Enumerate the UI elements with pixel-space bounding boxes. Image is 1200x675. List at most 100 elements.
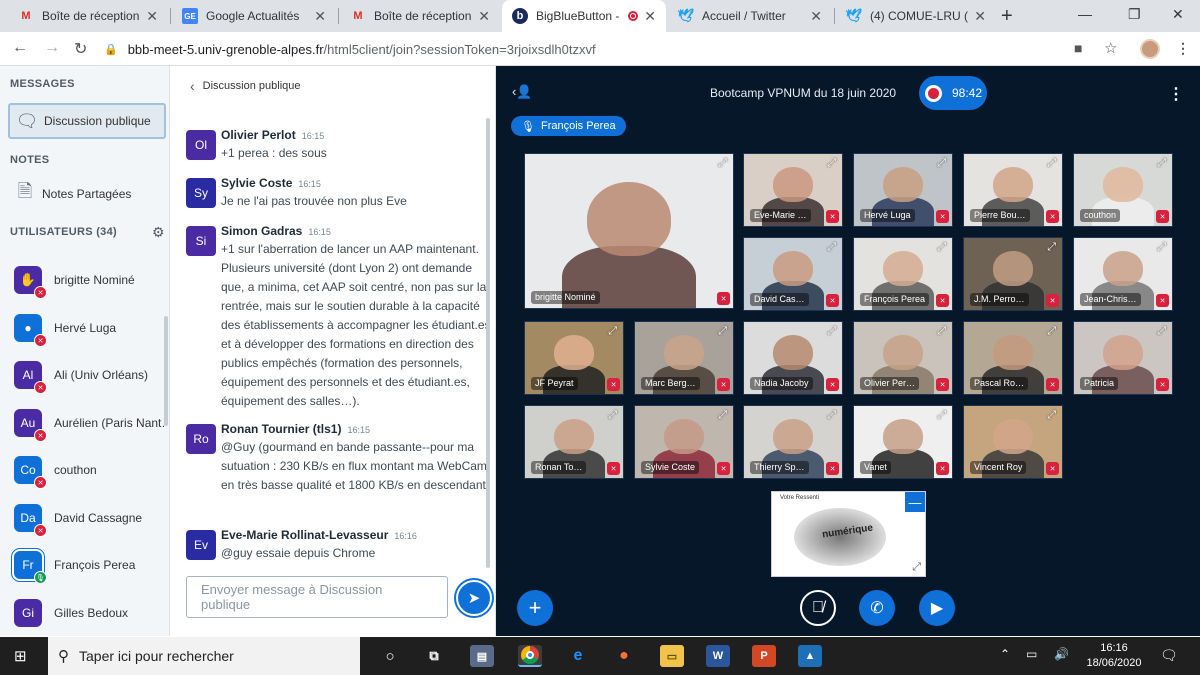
fullscreen-icon[interactable]: ⤢ [937,409,946,422]
network-icon[interactable]: ▭ [1026,647,1037,661]
fullscreen-icon[interactable]: ⤢ [827,325,836,338]
notifications-icon[interactable]: 🗨 [1160,647,1178,664]
video-tile-name[interactable]: J.M. Perro… [970,293,1029,306]
video-tile-name[interactable]: Vanet [860,461,891,474]
chevron-left-icon[interactable]: ‹ [190,78,195,94]
tab-twitter-comue[interactable]: 🕊 (4) COMUE-LRU (@C ✕ [836,0,996,32]
video-tile-name[interactable]: Jean-Chris… [1080,293,1141,306]
shared-notes-item[interactable]: 🗎 Notes Partagées [8,176,166,212]
video-tile-name[interactable]: Patricia [1080,377,1119,390]
video-tile[interactable]: ⤢ Olivier Per… ✕ [853,321,953,395]
word-icon[interactable]: W [706,645,730,667]
chat-message-input[interactable]: Envoyer message à Discussion publique [186,576,448,618]
video-tile[interactable]: ⤢ Sylvie Coste ✕ [634,405,734,479]
restore-icon[interactable]: ❐ [1128,6,1141,23]
close-icon[interactable]: ✕ [644,8,656,25]
video-tile[interactable]: ⤢ Hervé Luga ✕ [853,153,953,227]
fullscreen-icon[interactable]: ⤢ [1157,157,1166,170]
user-list-scrollbar[interactable] [164,316,168,426]
fullscreen-icon[interactable]: ⤢ [827,409,836,422]
talking-indicator[interactable]: 🎙 François Perea [511,116,626,136]
cortana-icon[interactable]: ○ [378,645,402,667]
camera-blocked-icon[interactable]: ■ [1074,40,1082,56]
video-tile-name[interactable]: Sylvie Coste [641,461,700,474]
close-icon[interactable]: ✕ [974,8,986,25]
video-tile[interactable]: ⤢ Pierre Bou… ✕ [963,153,1063,227]
tab-gmail-inbox-2[interactable]: M Boîte de réception (9 ✕ [340,0,500,32]
close-icon[interactable]: ✕ [810,8,822,25]
user-list-item[interactable]: Co ✕ couthon [14,450,164,490]
fullscreen-icon[interactable]: ⤢ [1047,325,1056,338]
video-tile-name[interactable]: Marc Berg… [641,377,700,390]
user-list-item[interactable]: Al ✕ Ali (Univ Orléans) [14,355,164,395]
recording-indicator[interactable]: 98:42 [919,76,987,110]
actions-plus-button[interactable]: + [517,590,553,626]
user-list-item[interactable]: Da ✕ David Cassagne [14,498,164,538]
chrome-icon[interactable] [518,645,542,667]
fullscreen-icon[interactable]: ⤢ [1157,241,1166,254]
fullscreen-icon[interactable]: ⤢ [1157,325,1166,338]
fullscreen-icon[interactable]: ⤢ [937,325,946,338]
video-tile[interactable]: ⤢ Marc Berg… ✕ [634,321,734,395]
video-tile-name[interactable]: Vincent Roy [970,461,1027,474]
fullscreen-icon[interactable]: ⤢ [718,409,727,422]
minimize-presentation-button[interactable]: — [905,492,925,512]
video-tile-name[interactable]: couthon [1080,209,1121,222]
video-tile[interactable]: ⤢ Thierry Sp… ✕ [743,405,843,479]
forward-arrow-icon[interactable]: → [44,39,60,57]
leave-audio-button[interactable]: ✆ [859,590,895,626]
video-tile[interactable]: ⤢ François Perea ✕ [853,237,953,311]
fullscreen-icon[interactable]: ⤢ [827,241,836,254]
tab-bigbluebutton[interactable]: b BigBlueButton - ✕ [502,0,666,32]
close-icon[interactable]: ✕ [146,8,158,25]
fullscreen-icon[interactable]: ⤢ [608,409,617,422]
fullscreen-icon[interactable]: ⤢ [912,561,921,574]
fullscreen-icon[interactable]: ⤢ [608,325,617,338]
fullscreen-icon[interactable]: ⤢ [1047,409,1056,422]
user-list-item[interactable]: ✋ ✕ brigitte Nominé [14,260,164,300]
photos-icon[interactable]: ▲ [798,645,822,667]
tray-chevron-icon[interactable]: ⌃ [1000,647,1010,661]
video-tile[interactable]: ⤢ Jean-Chris… ✕ [1073,237,1173,311]
video-tile-name[interactable]: brigitte Nominé [531,291,600,304]
fullscreen-icon[interactable]: ⤢ [1047,241,1056,254]
fullscreen-icon[interactable]: ⤢ [937,157,946,170]
task-view-icon[interactable]: ⧉ [422,645,446,667]
video-tile-name[interactable]: Pierre Bou… [970,209,1030,222]
user-list-item[interactable]: Au ✕ Aurélien (Paris Nant… [14,403,164,443]
chat-header[interactable]: ‹ Discussion publique [190,78,301,94]
firefox-icon[interactable]: ● [612,645,636,667]
video-tile[interactable]: ⤢ couthon ✕ [1073,153,1173,227]
fullscreen-icon[interactable]: ⤢ [937,241,946,254]
chat-scrollbar[interactable] [486,118,490,568]
video-tile-name[interactable]: Hervé Luga [860,209,915,222]
tab-google-news[interactable]: GE Google Actualités ✕ [172,0,336,32]
video-tile-name[interactable]: Pascal Ro… [970,377,1029,390]
fullscreen-icon[interactable]: ⤢ [1047,157,1056,170]
send-message-button[interactable]: ➤ [456,580,492,616]
file-explorer-icon[interactable]: ▭ [660,645,684,667]
scanner-app-icon[interactable]: ▤ [470,645,494,667]
video-tile[interactable]: ⤢ Ronan To… ✕ [524,405,624,479]
video-tile[interactable]: ⤢ Pascal Ro… ✕ [963,321,1063,395]
video-tile[interactable]: ⤢ Eve-Marie … ✕ [743,153,843,227]
back-arrow-icon[interactable]: ← [12,39,28,57]
new-tab-button[interactable]: + [1001,5,1013,28]
video-tile-name[interactable]: Ronan To… [531,461,587,474]
video-tile[interactable]: ⤢ Vincent Roy ✕ [963,405,1063,479]
video-tile[interactable]: ⤢ Nadia Jacoby ✕ [743,321,843,395]
video-tile-name[interactable]: Nadia Jacoby [750,377,813,390]
video-tile-name[interactable]: David Cas… [750,293,809,306]
volume-icon[interactable]: 🔊 [1054,647,1069,661]
reload-icon[interactable]: ↻ [74,39,87,59]
user-list-item[interactable]: Fr 🎙 François Perea [14,545,164,585]
tab-gmail-inbox-1[interactable]: M Boîte de réception (2 ✕ [8,0,168,32]
browser-menu-icon[interactable]: ⋮ [1176,40,1190,57]
presentation-thumbnail[interactable]: Votre Ressenti numérique — ⤢ [771,491,926,577]
video-tile[interactable]: ⤢ Patricia ✕ [1073,321,1173,395]
video-tile[interactable]: ⤢ David Cas… ✕ [743,237,843,311]
user-settings-gear-icon[interactable]: ⚙ [152,224,165,241]
close-icon[interactable]: ✕ [314,8,326,25]
tab-twitter-home[interactable]: 🕊 Accueil / Twitter ✕ [668,0,832,32]
fullscreen-icon[interactable]: ⤢ [827,157,836,170]
